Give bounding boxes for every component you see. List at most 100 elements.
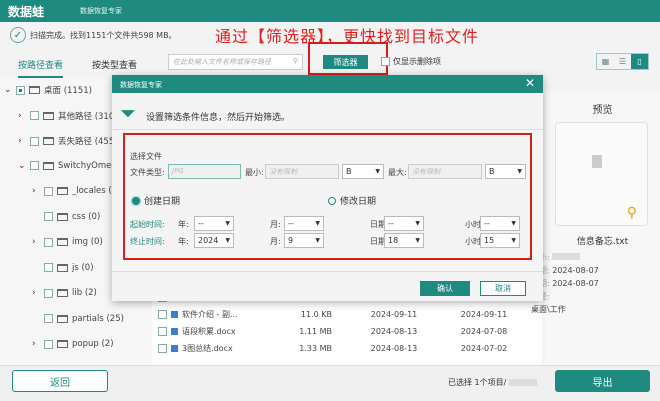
tree-node[interactable]: › 其他路径 (310)	[18, 110, 118, 122]
chevron-down-icon[interactable]: ⌄	[18, 161, 26, 171]
chevron-down-icon[interactable]: ⌄	[4, 85, 12, 95]
checkbox[interactable]	[44, 186, 53, 196]
dropdown-icon: ▼	[517, 168, 522, 175]
max-unit-select[interactable]: B ▼	[485, 164, 526, 179]
start-day-select[interactable]: -- ▼	[384, 216, 424, 231]
checkbox[interactable]	[16, 85, 25, 95]
checkbox[interactable]	[30, 136, 39, 146]
date1-value: 2024-08-07	[552, 266, 599, 275]
tree-node[interactable]: › img (0)	[32, 237, 103, 247]
min-unit-select[interactable]: B ▼	[342, 164, 384, 179]
end-month-value: 9	[288, 236, 294, 245]
search-icon[interactable]: ⚲	[293, 57, 298, 67]
tree-node-label: 桌面 (1151)	[44, 86, 92, 96]
checkbox[interactable]	[44, 288, 53, 298]
dropdown-icon: ▼	[511, 237, 516, 244]
end-day-value: 18	[388, 236, 399, 245]
chevron-right-icon[interactable]: ›	[18, 111, 26, 121]
file-size: 1.33 MB	[299, 343, 332, 353]
start-time-label: 起始时间:	[130, 220, 165, 229]
confirm-button[interactable]: 确认	[420, 281, 470, 296]
file-row[interactable]: 软件介绍 - 副... 11.0 KB 2024-09-11 2024-09-11	[158, 307, 524, 321]
search-input[interactable]: 在此处输入文件名称或保存路径 ⚲	[168, 54, 303, 70]
file-modified: 2024-07-02	[460, 343, 508, 353]
file-type-label: 文件类型:	[130, 168, 165, 177]
end-year-select[interactable]: 2024 ▼	[194, 233, 234, 248]
start-year-select[interactable]: -- ▼	[194, 216, 234, 231]
end-month-select[interactable]: 9 ▼	[284, 233, 324, 248]
folder-icon	[57, 212, 68, 221]
tab-by-path[interactable]: 按路径查看	[18, 58, 64, 78]
doc-icon	[171, 310, 178, 318]
filter-button[interactable]: 筛选器	[323, 55, 368, 69]
file-type-input[interactable]: JPG	[168, 164, 241, 179]
deleted-only-checkbox[interactable]: 仅显示删除项	[381, 56, 441, 67]
tree-node-label: 丢失路径 (455)	[58, 137, 118, 147]
chevron-right-icon[interactable]: ›	[32, 339, 40, 349]
tree-node-label: js (0)	[72, 262, 94, 273]
checkbox[interactable]	[381, 57, 390, 66]
chevron-right-icon[interactable]: ›	[32, 186, 40, 196]
list-view-icon[interactable]: ☰	[614, 54, 631, 69]
file-row[interactable]: 3图总结.docx 1.33 MB 2024-08-13 2024-07-02	[158, 341, 524, 355]
tree-node[interactable]: css (0)	[32, 212, 100, 222]
end-day-select[interactable]: 18 ▼	[384, 233, 424, 248]
folder-icon	[57, 263, 68, 272]
dropdown-icon: ▼	[415, 220, 420, 227]
chevron-right-icon[interactable]: ›	[32, 288, 40, 298]
file-created: 2024-08-13	[370, 326, 418, 336]
preview-file-name: 信息备忘.txt	[576, 237, 629, 247]
radio-unselected-icon	[328, 196, 336, 205]
file-row[interactable]: 语段积累.docx 1.11 MB 2024-08-13 2024-07-08	[158, 324, 524, 338]
checkbox[interactable]	[44, 263, 53, 272]
min-unit-value: B	[346, 167, 352, 176]
max-size-input[interactable]: 没有限制	[408, 164, 482, 179]
modify-date-radio[interactable]: 修改日期	[328, 194, 376, 207]
checkbox[interactable]	[158, 326, 167, 336]
checkbox[interactable]	[30, 111, 39, 120]
detail-view-icon[interactable]: ▯	[631, 54, 648, 69]
tree-node[interactable]: partials (25)	[32, 314, 124, 324]
year-label: 年:	[178, 220, 189, 229]
tree-node[interactable]: › popup (2)	[32, 339, 114, 349]
start-month-select[interactable]: -- ▼	[284, 216, 324, 231]
tree-node[interactable]: › lib (2)	[32, 288, 97, 298]
min-size-input[interactable]: 没有限制	[265, 164, 339, 179]
end-hour-select[interactable]: 15 ▼	[480, 233, 520, 248]
checkbox[interactable]	[44, 212, 53, 221]
dialog-title-bar: 数据恢复专家 ✕	[112, 75, 543, 93]
tree-node[interactable]: › _locales (6)	[32, 186, 120, 196]
tree-node[interactable]: › 丢失路径 (455)	[18, 135, 118, 147]
start-hour-select[interactable]: -- ▼	[480, 216, 520, 231]
export-button[interactable]: 导出	[555, 370, 650, 392]
dropdown-icon: ▼	[375, 168, 380, 175]
select-file-heading: 选择文件	[130, 152, 162, 161]
chevron-right-icon[interactable]: ›	[18, 136, 26, 146]
checkbox[interactable]	[44, 237, 53, 247]
selection-info: 已选择 1个项目/	[448, 377, 538, 388]
create-date-radio[interactable]: 创建日期	[132, 194, 180, 207]
divider	[112, 271, 543, 272]
chevron-right-icon[interactable]: ›	[32, 237, 40, 247]
tab-by-type[interactable]: 按类型查看	[92, 58, 137, 71]
tree-node[interactable]: ⌄ 桌面 (1151)	[4, 84, 92, 96]
checkbox[interactable]	[30, 161, 39, 170]
zoom-icon[interactable]: ⚲	[627, 205, 637, 221]
file-modified: 2024-09-11	[460, 309, 508, 319]
tree-node[interactable]: js (0)	[32, 263, 94, 273]
max-unit-value: B	[489, 167, 495, 176]
end-year-value: 2024	[198, 236, 219, 245]
checkbox[interactable]	[158, 309, 167, 319]
file-size: 1.11 MB	[299, 326, 332, 336]
file-name: 软件介绍 - 副...	[182, 309, 238, 319]
back-button[interactable]: 返回	[12, 370, 108, 392]
checkbox[interactable]	[44, 314, 53, 323]
close-icon[interactable]: ✕	[525, 76, 535, 90]
size-blurred	[552, 253, 581, 260]
checkbox[interactable]	[44, 339, 53, 349]
file-size: 11.0 KB	[300, 309, 332, 319]
grid-view-icon[interactable]: ▦	[597, 54, 614, 69]
tree-node[interactable]: ⌄ SwitchyOmega	[18, 161, 122, 171]
checkbox[interactable]	[158, 343, 167, 353]
cancel-button[interactable]: 取消	[480, 281, 526, 296]
